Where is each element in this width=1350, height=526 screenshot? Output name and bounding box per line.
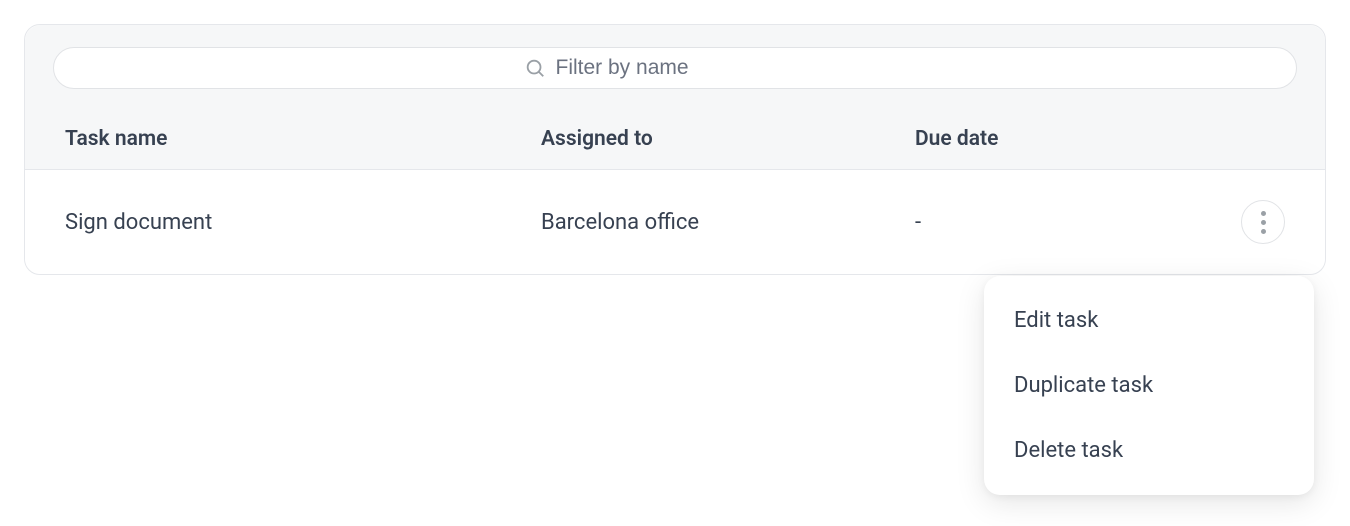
menu-item-edit-task[interactable]: Edit task	[984, 288, 1314, 353]
filter-input[interactable]	[556, 56, 827, 80]
table-row: Sign document Barcelona office -	[25, 170, 1325, 274]
header-task-name: Task name	[65, 127, 541, 151]
menu-item-delete-task[interactable]: Delete task	[984, 418, 1314, 483]
more-vertical-icon	[1261, 211, 1266, 234]
header-due-date: Due date	[915, 127, 1225, 151]
cell-task-name: Sign document	[65, 210, 541, 235]
header-assigned-to: Assigned to	[541, 127, 915, 151]
row-actions-button[interactable]	[1241, 200, 1285, 244]
search-icon	[524, 57, 546, 79]
table-header-row: Task name Assigned to Due date	[25, 111, 1325, 170]
cell-actions	[1225, 200, 1285, 244]
row-actions-menu: Edit task Duplicate task Delete task	[984, 276, 1314, 495]
menu-item-duplicate-task[interactable]: Duplicate task	[984, 353, 1314, 418]
header-actions	[1225, 127, 1285, 151]
task-table-card: Task name Assigned to Due date Sign docu…	[24, 24, 1326, 275]
filter-input-container[interactable]	[53, 47, 1297, 89]
cell-due-date: -	[915, 210, 1225, 235]
filter-bar	[25, 25, 1325, 111]
cell-assigned-to: Barcelona office	[541, 210, 915, 235]
